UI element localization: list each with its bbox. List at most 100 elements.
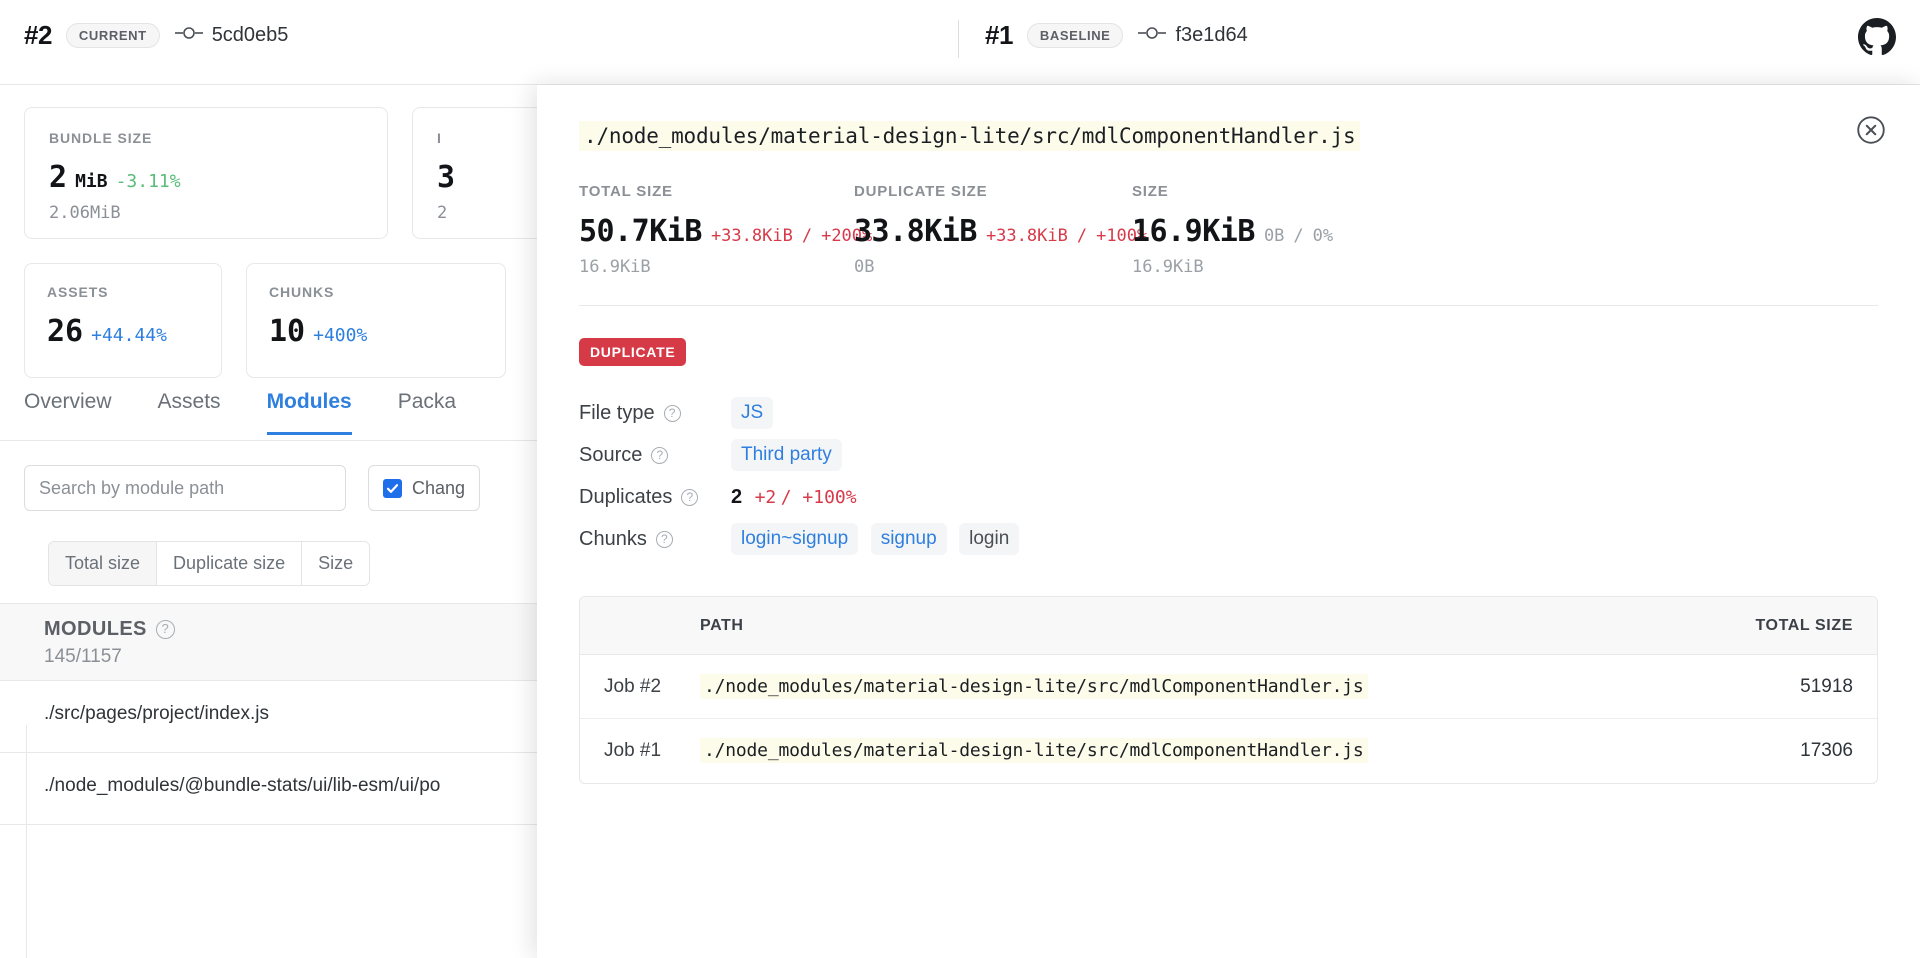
table-cell-path-text: ./node_modules/material-design-lite/src/… [700,673,1368,699]
stat-delta-pct: 0% [1312,226,1334,246]
meta-values: 2 +2 / +100% [731,486,857,509]
job-current-tag: CURRENT [65,23,160,48]
table-cell-path-text: ./node_modules/material-design-lite/src/… [700,738,1368,763]
panel-module-path: ./node_modules/material-design-lite/src/… [579,121,1361,151]
module-detail-panel: ./node_modules/material-design-lite/src/… [537,85,1920,958]
stat-label: DUPLICATE SIZE [854,183,988,200]
card-delta: +44.44% [91,325,167,346]
meta-row-duplicates: Duplicates ? 2 +2 / +100% [579,476,1878,518]
table-row[interactable]: Job #2 ./node_modules/material-design-li… [580,655,1877,719]
commit-icon [174,24,204,47]
stat-total-size: TOTAL SIZE 50.7KiB +33.8KiB / +200% 16.9… [579,183,872,277]
table-header-path: PATH [700,616,744,634]
close-icon[interactable] [1856,115,1886,150]
meta-values: JS [731,397,781,429]
job-current[interactable]: #2 CURRENT 5cd0eb5 [24,20,288,51]
table-cell-path: ./node_modules/material-design-lite/src/… [700,738,1727,763]
github-icon[interactable] [1858,18,1896,61]
tab-overview[interactable]: Overview [24,390,112,435]
stat-value: 50.7KiB [579,214,702,249]
job-current-commit[interactable]: 5cd0eb5 [174,24,289,47]
stat-baseline: 16.9KiB [579,257,651,277]
job-current-number: #2 [24,20,52,50]
card-label: BUNDLE SIZE [49,130,153,146]
card-value: 26 [47,314,84,349]
help-icon[interactable]: ? [155,620,175,639]
meta-label: Duplicates [579,485,673,508]
table-cell-job: Job #1 [604,740,662,761]
seg-total-size[interactable]: Total size [49,542,158,585]
stat-baseline: 16.9KiB [1132,257,1204,277]
table-cell-total-size: 51918 [1800,675,1853,697]
card-label: ASSETS [47,284,109,300]
meta-values: Third party [731,439,850,471]
commit-icon [1137,24,1167,47]
stat-delta: +33.8KiB [710,226,793,246]
card-baseline: 2.06MiB [49,203,121,223]
duplicates-table: PATH TOTAL SIZE Job #2 ./node_modules/ma… [579,596,1878,784]
top-bar: #2 CURRENT 5cd0eb5 #1 BASELINE f3e1d64 [0,0,1920,85]
duplicates-delta-sep: / [780,486,803,508]
meta-label-wrap: Duplicates ? [579,486,731,509]
card-chunks: CHUNKS 10 +400% [246,263,506,378]
meta-label-wrap: Chunks ? [579,528,731,551]
chunk-pill-login-signup[interactable]: login~signup [731,523,859,555]
card-delta: +400% [313,325,368,346]
seg-duplicate-size[interactable]: Duplicate size [157,542,303,585]
status-badge: DUPLICATE [579,338,687,366]
source-pill[interactable]: Third party [731,439,842,471]
table-cell-path: ./node_modules/material-design-lite/src/… [700,673,1727,699]
tab-assets[interactable]: Assets [158,390,221,435]
job-current-commit-hash: 5cd0eb5 [211,24,289,46]
stat-duplicate-size: DUPLICATE SIZE 33.8KiB +33.8KiB / +100% … [854,183,1147,277]
meta-label: Source [579,443,643,466]
panel-meta-list: File type ? JS Source ? Third party Dupl… [579,392,1878,560]
stat-delta: +33.8KiB [985,226,1068,246]
stat-label: TOTAL SIZE [579,183,673,200]
help-icon[interactable]: ? [655,530,673,548]
stat-delta: 0B [1263,226,1285,246]
table-header-total-size: TOTAL SIZE [1755,616,1853,634]
card-value: 10 [269,314,306,349]
job-baseline-commit[interactable]: f3e1d64 [1137,24,1248,47]
table-left-border [26,725,27,958]
duplicates-count: 2 [731,485,743,508]
meta-row-file-type: File type ? JS [579,392,1878,434]
help-icon[interactable]: ? [651,446,669,464]
stat-baseline: 0B [854,257,875,277]
app-root: #2 CURRENT 5cd0eb5 #1 BASELINE f3e1d64 B… [0,0,1920,958]
stat-delta-sep: / [1076,226,1088,246]
changed-filter-label: Chang [412,477,466,498]
job-baseline-tag: BASELINE [1026,23,1124,48]
panel-stats: TOTAL SIZE 50.7KiB +33.8KiB / +200% 16.9… [579,183,1878,277]
checkbox-checked-icon[interactable] [383,478,402,498]
table-row[interactable]: Job #1 ./node_modules/material-design-li… [580,719,1877,783]
meta-label-wrap: File type ? [579,402,731,425]
chunk-pill-signup[interactable]: signup [870,523,947,555]
help-icon[interactable]: ? [681,488,699,506]
stat-value: 16.9KiB [1132,214,1255,249]
meta-label: File type [579,401,655,424]
changed-filter[interactable]: Chang [368,465,481,511]
duplicates-delta-pct: +100% [802,486,857,508]
chunk-pill-login: login [959,523,1020,555]
search-input[interactable] [24,465,346,511]
tab-modules[interactable]: Modules [266,390,352,435]
help-icon[interactable]: ? [663,404,681,422]
card-label: CHUNKS [269,284,335,300]
tab-packages[interactable]: Packa [398,390,456,435]
stat-delta-sep: / [1293,226,1304,246]
size-metric-segmented-control: Total size Duplicate size Size [48,541,371,586]
stat-size: SIZE 16.9KiB 0B / 0% 16.9KiB [1132,183,1333,277]
meta-label-wrap: Source ? [579,444,731,467]
summary-cards-row-2: ASSETS 26 +44.44% CHUNKS 10 +400% [24,263,506,378]
meta-values: login~signup signup login [731,523,1027,555]
meta-row-chunks: Chunks ? login~signup signup login [579,518,1878,560]
seg-size[interactable]: Size [302,542,370,585]
job-baseline-commit-hash: f3e1d64 [1175,24,1248,46]
card-bundle-size: BUNDLE SIZE 2 MiB -3.11% 2.06MiB [24,107,388,239]
file-type-pill[interactable]: JS [731,397,774,429]
job-baseline[interactable]: #1 BASELINE f3e1d64 [985,20,1248,51]
job-divider [958,20,959,58]
card-assets: ASSETS 26 +44.44% [24,263,222,378]
